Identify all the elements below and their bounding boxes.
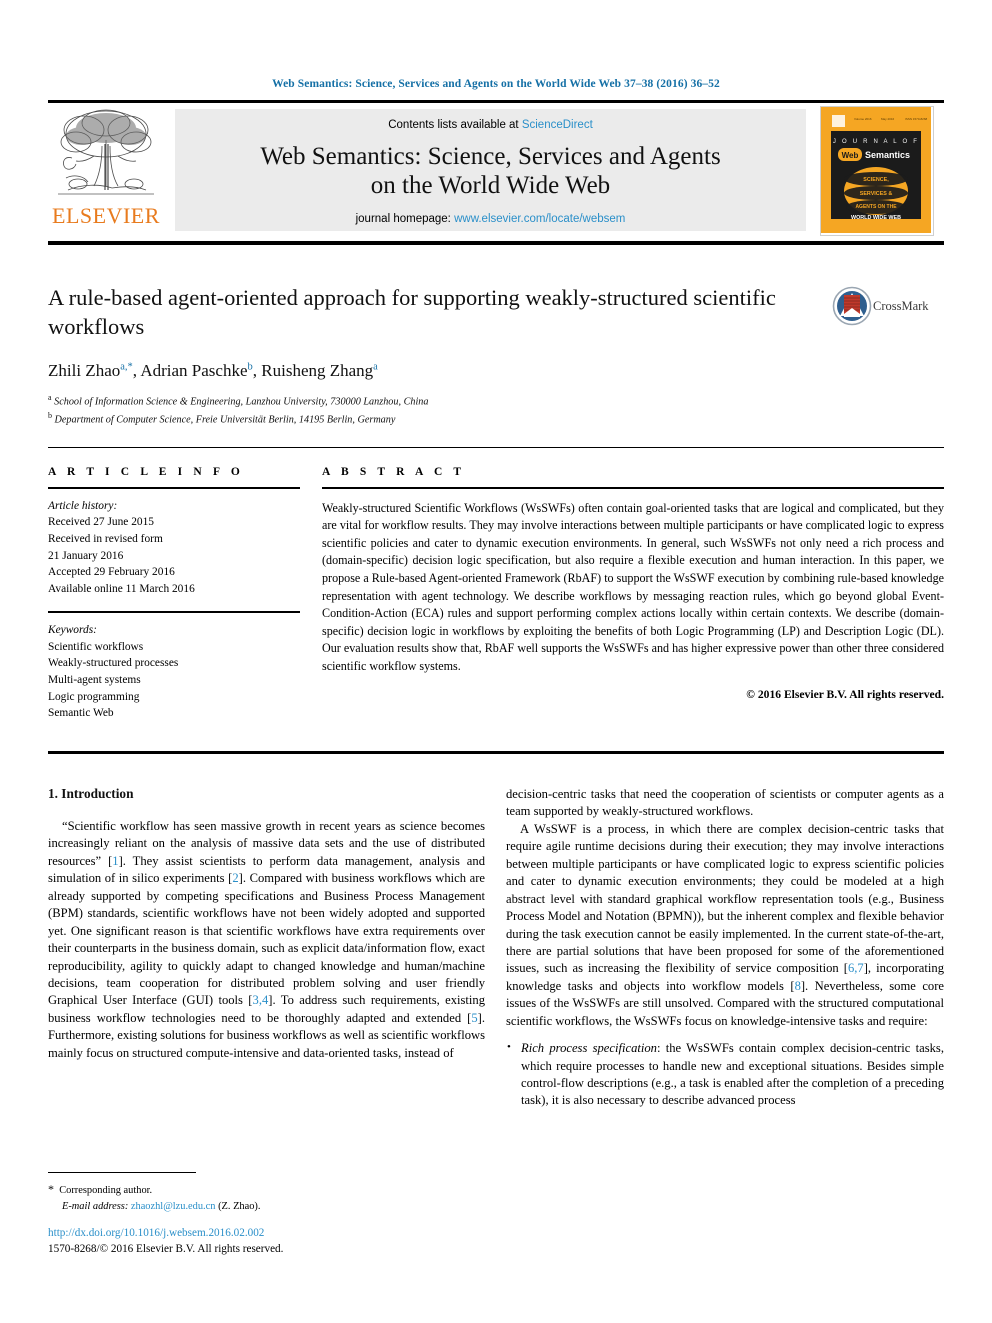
citation-6-7[interactable]: 6,7 <box>848 961 864 975</box>
elsevier-tree-icon <box>58 109 154 195</box>
author-2-marks: b <box>247 361 253 373</box>
affiliation-b-mark: b <box>48 411 52 421</box>
list-item: Rich process specification: the WsSWFs c… <box>506 1040 944 1110</box>
journal-cover-art: Volume 2016 May 2016 ISSN 1570-8268 J O … <box>821 107 931 233</box>
intro-paragraph-1: “Scientific workflow has seen massive gr… <box>48 818 485 1062</box>
author-2: Adrian Paschke <box>140 361 248 381</box>
svg-text:Web: Web <box>842 151 859 160</box>
abstract-divider <box>322 487 944 489</box>
sciencedirect-link[interactable]: ScienceDirect <box>522 119 593 131</box>
email-line: E-mail address: zhaozhl@lzu.edu.cn (Z. Z… <box>48 1199 485 1215</box>
citation-3-4[interactable]: 3,4 <box>253 993 269 1007</box>
history-item: Received 27 June 2015 <box>48 516 154 529</box>
svg-text:ISSN 1570-8268: ISSN 1570-8268 <box>905 117 928 121</box>
email-suffix: (Z. Zhao). <box>218 1200 261 1212</box>
history-item: Accepted 29 February 2016 <box>48 566 175 579</box>
affiliations: a School of Information Science & Engine… <box>48 392 828 428</box>
keyword-item: Logic programming <box>48 690 140 703</box>
elsevier-wordmark: ELSEVIER <box>52 203 160 228</box>
masthead: ELSEVIER Contents lists available at Sci… <box>48 106 944 236</box>
title-area: A rule-based agent-oriented approach for… <box>48 284 828 429</box>
contents-available-line: Contents lists available at ScienceDirec… <box>175 109 806 131</box>
journal-homepage-line: journal homepage: www.elsevier.com/locat… <box>175 213 806 225</box>
keyword-item: Multi-agent systems <box>48 673 141 686</box>
bullet-1-label: Rich process specification <box>521 1041 657 1056</box>
journal-band: Contents lists available at ScienceDirec… <box>175 109 806 231</box>
history-item: 21 January 2016 <box>48 549 124 562</box>
author-3-marks: a <box>373 361 378 373</box>
article-history-label: Article history: <box>48 499 118 512</box>
affiliation-b: b Department of Computer Science, Freie … <box>48 410 828 428</box>
journal-homepage-link[interactable]: www.elsevier.com/locate/websem <box>454 213 625 225</box>
journal-title: Web Semantics: Science, Services and Age… <box>175 142 806 200</box>
info-divider-middle <box>48 611 300 614</box>
svg-text:Volume 2016: Volume 2016 <box>854 117 872 121</box>
affiliation-a-mark: a <box>48 393 52 403</box>
corresponding-author-label: Corresponding author. <box>59 1185 153 1196</box>
section-heading-introduction: 1. Introduction <box>48 786 134 801</box>
rule-top <box>48 100 944 103</box>
issn-copyright-line: 1570-8268/© 2016 Elsevier B.V. All right… <box>48 1242 284 1255</box>
article-info-heading: A R T I C L E I N F O <box>48 466 244 478</box>
abstract-column: A B S T R A C T Weakly-structured Scient… <box>322 466 944 701</box>
elsevier-logo: ELSEVIER <box>48 106 164 234</box>
keyword-item: Scientific workflows <box>48 640 144 653</box>
footnote-rule <box>48 1172 196 1173</box>
article-history-block: Article history: Received 27 June 2015 R… <box>48 498 300 598</box>
history-item: Received in revised form <box>48 532 163 545</box>
email-label: E-mail address: <box>62 1200 129 1212</box>
affiliation-a: a School of Information Science & Engine… <box>48 392 828 410</box>
keyword-item: Weakly-structured processes <box>48 657 179 670</box>
crossmark-label: CrossMark <box>873 299 929 313</box>
footnote-block: * Corresponding author. E-mail address: … <box>48 1180 485 1214</box>
svg-text:May 2016: May 2016 <box>881 117 895 121</box>
author-list: Zhili Zhaoa,*, Adrian Paschkeb, Ruisheng… <box>48 361 378 381</box>
rule-above-info <box>48 447 944 448</box>
right-paragraph-2: A WsSWF is a process, in which there are… <box>506 821 944 1030</box>
author-1-marks: a,* <box>120 361 133 373</box>
right-paragraph-1: decision-centric tasks that need the coo… <box>506 787 944 819</box>
affiliation-b-text: Department of Computer Science, Freie Un… <box>54 414 396 426</box>
corresponding-star: * <box>48 1182 54 1196</box>
rule-below-abstract <box>48 751 944 754</box>
right-p2-seg1: A WsSWF is a process, in which there are… <box>506 821 944 976</box>
keywords-label: Keywords: <box>48 624 97 637</box>
corresponding-author-line: * Corresponding author. <box>48 1180 485 1199</box>
affiliation-a-text: School of Information Science & Engineer… <box>54 396 429 408</box>
crossmark-badge[interactable]: CrossMark <box>832 286 944 330</box>
article-info-column: A R T I C L E I N F O Article history: R… <box>48 466 300 722</box>
info-divider-top <box>48 487 300 489</box>
abstract-text: Weakly-structured Scientific Workflows (… <box>322 500 944 673</box>
author-1: Zhili Zhao <box>48 361 121 381</box>
svg-text:SERVICES &: SERVICES & <box>860 191 893 197</box>
svg-text:Semantics: Semantics <box>865 150 910 160</box>
journal-cover-thumbnail: Volume 2016 May 2016 ISSN 1570-8268 J O … <box>820 106 934 236</box>
requirements-list: Rich process specification: the WsSWFs c… <box>506 1040 944 1110</box>
history-item: Available online 11 March 2016 <box>48 582 195 595</box>
body-column-left: 1. Introduction “Scientific workflow has… <box>48 786 485 1062</box>
journal-title-line1: Web Semantics: Science, Services and Age… <box>260 143 721 170</box>
svg-text:AGENTS ON THE: AGENTS ON THE <box>855 204 897 210</box>
homepage-prefix: journal homepage: <box>355 213 455 225</box>
contents-prefix: Contents lists available at <box>388 119 522 131</box>
running-head: Web Semantics: Science, Services and Age… <box>272 78 720 90</box>
keyword-item: Semantic Web <box>48 707 114 720</box>
abstract-heading: A B S T R A C T <box>322 466 466 478</box>
svg-text:SCIENCE,: SCIENCE, <box>863 177 889 183</box>
doi-link[interactable]: http://dx.doi.org/10.1016/j.websem.2016.… <box>48 1226 485 1242</box>
abstract-copyright: © 2016 Elsevier B.V. All rights reserved… <box>746 687 944 701</box>
body-column-right: decision-centric tasks that need the coo… <box>506 786 944 1110</box>
crossmark-icon <box>832 286 872 326</box>
page-title: A rule-based agent-oriented approach for… <box>48 285 776 339</box>
keywords-block: Keywords: Scientific workflows Weakly-st… <box>48 622 300 722</box>
svg-text:J O U R N A L O F: J O U R N A L O F <box>833 139 919 145</box>
intro-p1-seg3: ]. Compared with business workflows whic… <box>48 871 485 1008</box>
doi-block: http://dx.doi.org/10.1016/j.websem.2016.… <box>48 1226 485 1258</box>
email-link[interactable]: zhaozhl@lzu.edu.cn <box>131 1201 216 1212</box>
journal-title-line2: on the World Wide Web <box>370 172 611 199</box>
rule-under-masthead <box>48 241 944 245</box>
paper-page: Web Semantics: Science, Services and Age… <box>0 0 992 1323</box>
svg-text:WORLD WIDE WEB: WORLD WIDE WEB <box>851 215 901 221</box>
author-3: Ruisheng Zhang <box>261 361 374 381</box>
